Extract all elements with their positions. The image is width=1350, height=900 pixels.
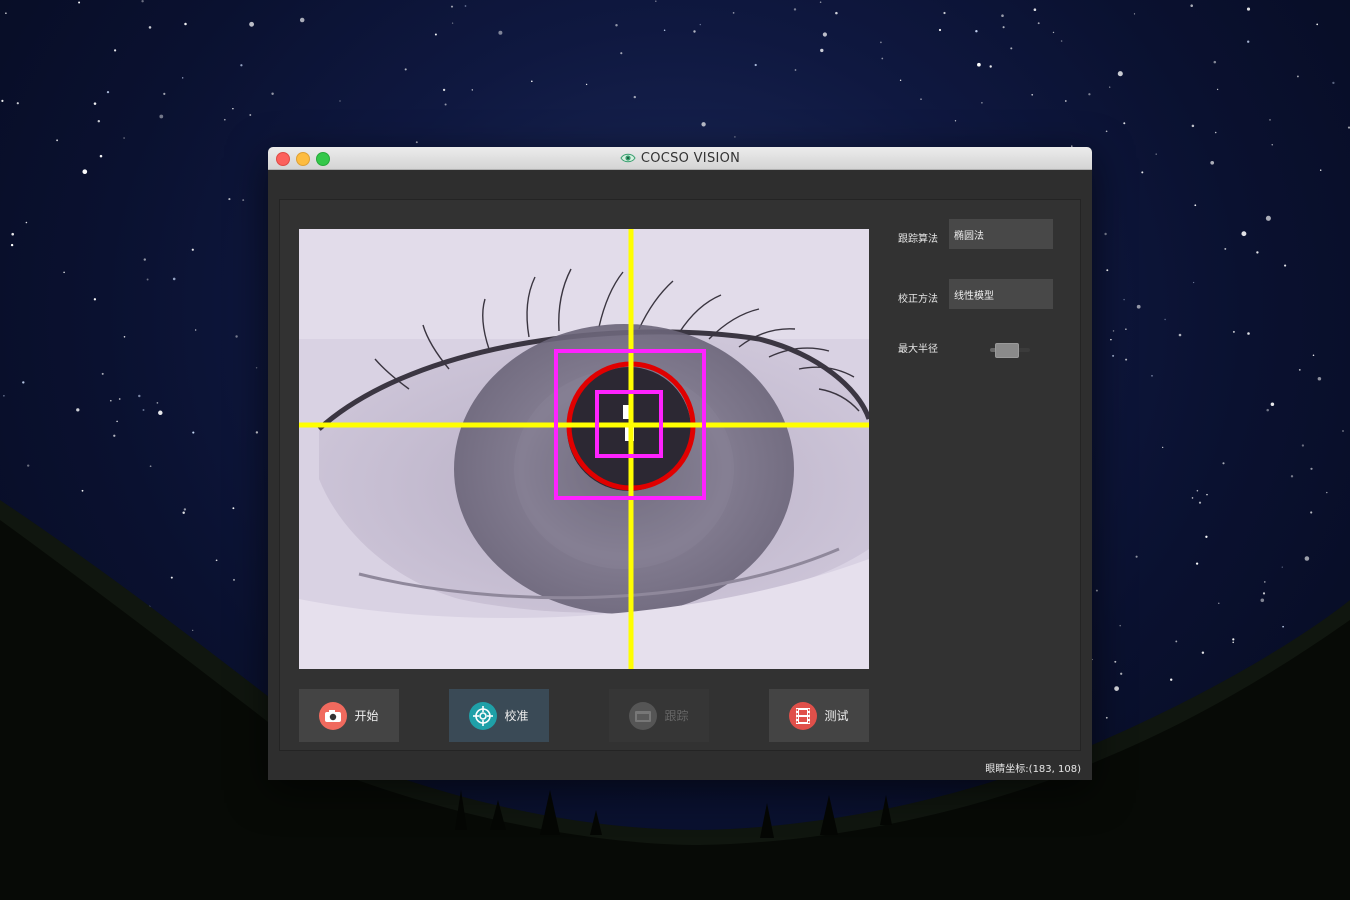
tracking-algorithm-select[interactable]: 椭圆法 <box>949 219 1053 249</box>
desktop-background: COCSO VISION 开始 校准 跟踪 测试 跟踪算法 椭圆法 校正方法 线… <box>0 0 1350 900</box>
film-icon <box>789 701 818 730</box>
test-button-label: 测试 <box>824 709 849 723</box>
camera-view <box>299 229 869 669</box>
title-bar: COCSO VISION <box>268 147 1092 170</box>
test-button[interactable]: 测试 <box>769 689 869 742</box>
start-button[interactable]: 开始 <box>299 689 399 742</box>
target-icon <box>469 701 498 730</box>
max-radius-slider-handle[interactable] <box>995 343 1020 358</box>
camera-icon <box>319 701 348 730</box>
eye-icon <box>620 153 636 163</box>
calibrate-button[interactable]: 校准 <box>449 689 549 742</box>
tracking-algorithm-label: 跟踪算法 <box>898 234 938 245</box>
max-radius-label: 最大半径 <box>898 344 938 355</box>
calibrate-button-label: 校准 <box>504 709 529 723</box>
main-panel: 开始 校准 跟踪 测试 跟踪算法 椭圆法 校正方法 线性模型 最大半径 <box>279 199 1081 751</box>
eye-coordinates-status: 眼睛坐标:(183, 108) <box>985 764 1081 775</box>
track-button-label: 跟踪 <box>664 709 689 723</box>
correction-method-label: 校正方法 <box>898 294 938 305</box>
window-title: COCSO VISION <box>640 150 741 166</box>
app-window: COCSO VISION 开始 校准 跟踪 测试 跟踪算法 椭圆法 校正方法 线… <box>268 147 1092 780</box>
correction-method-select[interactable]: 线性模型 <box>949 279 1053 309</box>
start-button-label: 开始 <box>354 709 379 723</box>
folder-icon <box>629 701 658 730</box>
track-button[interactable]: 跟踪 <box>609 689 709 742</box>
eye-camera-feed <box>299 229 869 669</box>
